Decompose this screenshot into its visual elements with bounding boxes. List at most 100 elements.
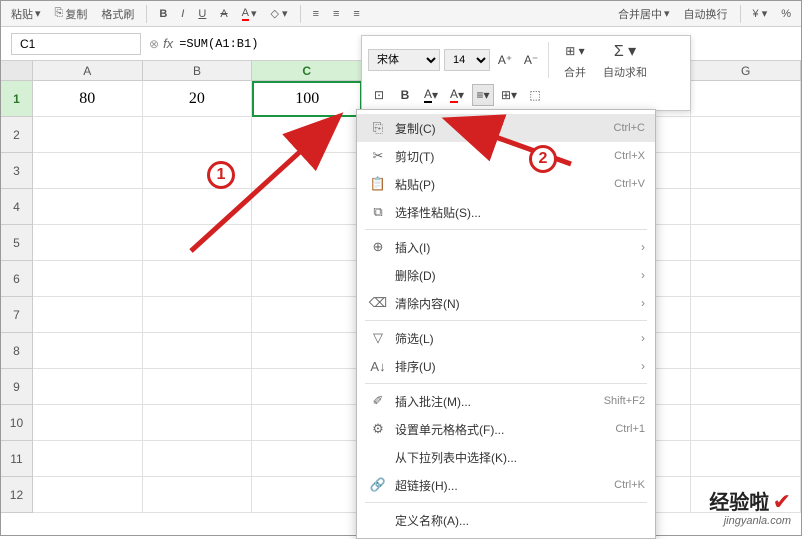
menu-shortcut: Ctrl+X — [614, 150, 645, 162]
row-header-6[interactable]: 6 — [1, 261, 33, 297]
link-icon: 🔗 — [367, 477, 389, 493]
chevron-right-icon: › — [635, 331, 645, 345]
merge-button[interactable]: ⊞ ▾ — [559, 40, 591, 62]
copy-icon: ⎘ — [367, 120, 389, 136]
format-icon: ⚙ — [367, 421, 389, 437]
menu-item-label: 剪切(T) — [389, 148, 614, 165]
cell-B1[interactable]: 20 — [143, 81, 253, 117]
cancel-formula-icon[interactable]: ⊗ — [149, 37, 159, 51]
col-header-A[interactable]: A — [33, 61, 143, 80]
comment-icon: ✐ — [367, 393, 389, 409]
fill-color-button[interactable]: ◇ ▾ — [267, 5, 292, 22]
menu-item-12[interactable]: ✐插入批注(M)...Shift+F2 — [357, 387, 655, 415]
cell-G1[interactable] — [691, 81, 801, 117]
format-cells-icon[interactable]: ⊡ — [368, 84, 390, 106]
menu-item-label: 筛选(L) — [389, 330, 635, 347]
menu-shortcut: Ctrl+C — [614, 122, 645, 134]
menu-shortcut: Shift+F2 — [604, 395, 645, 407]
insert-icon: ⊕ — [367, 239, 389, 255]
row-header-2[interactable]: 2 — [1, 117, 33, 153]
font-name-select[interactable]: 宋体 — [368, 49, 440, 71]
menu-item-3[interactable]: ⧉选择性粘贴(S)... — [357, 198, 655, 226]
align-center-button[interactable]: ≡ — [329, 6, 343, 22]
row-header-4[interactable]: 4 — [1, 189, 33, 225]
row-header-1[interactable]: 1 — [1, 81, 33, 117]
sort-icon: A↓ — [367, 359, 389, 374]
pastesp-icon: ⧉ — [367, 204, 389, 220]
menu-item-13[interactable]: ⚙设置单元格格式(F)...Ctrl+1 — [357, 415, 655, 443]
col-header-C[interactable]: C — [252, 61, 362, 80]
row-header-5[interactable]: 5 — [1, 225, 33, 261]
row-header-7[interactable]: 7 — [1, 297, 33, 333]
menu-item-label: 超链接(H)... — [389, 477, 614, 494]
menu-shortcut: Ctrl+V — [614, 178, 645, 190]
menu-item-15[interactable]: 🔗超链接(H)...Ctrl+K — [357, 471, 655, 499]
align-left-button[interactable]: ≡ — [309, 6, 323, 22]
col-header-G[interactable]: G — [691, 61, 801, 80]
menu-item-label: 复制(C) — [389, 120, 614, 137]
chevron-right-icon: › — [635, 268, 645, 282]
menu-item-5[interactable]: ⊕插入(I)› — [357, 233, 655, 261]
cell-A1[interactable]: 80 — [33, 81, 143, 117]
row-header-11[interactable]: 11 — [1, 441, 33, 477]
autosum-label: 自动求和 — [603, 64, 647, 80]
font-color-mini-button[interactable]: A▾ — [420, 84, 442, 106]
name-box[interactable]: C1 — [11, 33, 141, 55]
menu-item-10[interactable]: A↓排序(U)› — [357, 352, 655, 380]
currency-button[interactable]: ¥ ▾ — [749, 5, 772, 22]
merge-center-button[interactable]: 合并居中 ▾ — [614, 4, 674, 24]
col-header-B[interactable]: B — [143, 61, 253, 80]
clear-icon: ⌫ — [367, 295, 389, 311]
menu-item-2[interactable]: 📋粘贴(P)Ctrl+V — [357, 170, 655, 198]
percent-button[interactable]: % — [777, 6, 795, 22]
chevron-right-icon: › — [635, 296, 645, 310]
menu-item-7[interactable]: ⌫清除内容(N)› — [357, 289, 655, 317]
underline-button[interactable]: U — [194, 6, 210, 22]
cells-mini-button[interactable]: ⬚ — [524, 84, 546, 106]
menu-item-0[interactable]: ⎘复制(C)Ctrl+C — [357, 114, 655, 142]
check-icon: ✔ — [773, 489, 791, 514]
row-header-3[interactable]: 3 — [1, 153, 33, 189]
menu-item-1[interactable]: ✂剪切(T)Ctrl+X — [357, 142, 655, 170]
mini-toolbar: 宋体 14 A⁺ A⁻ ⊞ ▾ 合并 Σ ▾ 自动求和 ⊡ B A▾ A▾ ≡▾… — [361, 35, 691, 111]
paste-button[interactable]: 粘贴 ▾ — [7, 4, 45, 24]
menu-item-label: 插入(I) — [389, 239, 635, 256]
menu-item-label: 清除内容(N) — [389, 295, 635, 312]
format-painter-button[interactable]: 格式刷 — [97, 4, 138, 24]
bold-mini-button[interactable]: B — [394, 84, 416, 106]
cut-icon: ✂ — [367, 148, 389, 164]
menu-item-9[interactable]: ▽筛选(L)› — [357, 324, 655, 352]
menu-shortcut: Ctrl+K — [614, 479, 645, 491]
menu-item-label: 设置单元格格式(F)... — [389, 421, 615, 438]
cell-C1[interactable]: 100 — [252, 81, 362, 117]
formula-input[interactable] — [177, 35, 333, 53]
align-mini-button[interactable]: ≡▾ — [472, 84, 494, 106]
menu-item-6[interactable]: 删除(D)› — [357, 261, 655, 289]
copy-button[interactable]: ⎘ 复制 — [51, 4, 92, 24]
annotation-badge-2: 2 — [529, 145, 557, 173]
align-right-button[interactable]: ≡ — [349, 6, 363, 22]
row-header-10[interactable]: 10 — [1, 405, 33, 441]
row-header-9[interactable]: 9 — [1, 369, 33, 405]
menu-item-14[interactable]: 从下拉列表中选择(K)... — [357, 443, 655, 471]
row-header-8[interactable]: 8 — [1, 333, 33, 369]
font-color-button[interactable]: A ▾ — [238, 5, 261, 23]
increase-font-icon[interactable]: A⁺ — [494, 49, 516, 71]
italic-button[interactable]: I — [177, 6, 188, 22]
select-all-corner[interactable] — [1, 61, 33, 80]
chevron-right-icon: › — [635, 240, 645, 254]
chevron-right-icon: › — [635, 359, 645, 373]
row-header-12[interactable]: 12 — [1, 477, 33, 513]
annotation-badge-1: 1 — [207, 161, 235, 189]
bold-button[interactable]: B — [155, 6, 171, 22]
decrease-font-icon[interactable]: A⁻ — [520, 49, 542, 71]
border-mini-button[interactable]: ⊞▾ — [498, 84, 520, 106]
menu-item-label: 排序(U) — [389, 358, 635, 375]
autosum-button[interactable]: Σ ▾ — [609, 40, 641, 62]
font-size-select[interactable]: 14 — [444, 49, 490, 71]
wrap-text-button[interactable]: 自动换行 — [680, 4, 732, 24]
menu-item-17[interactable]: 定义名称(A)... — [357, 506, 655, 534]
fx-icon[interactable]: fx — [163, 36, 173, 51]
strike-button[interactable]: A — [216, 6, 231, 22]
fill-mini-button[interactable]: A▾ — [446, 84, 468, 106]
